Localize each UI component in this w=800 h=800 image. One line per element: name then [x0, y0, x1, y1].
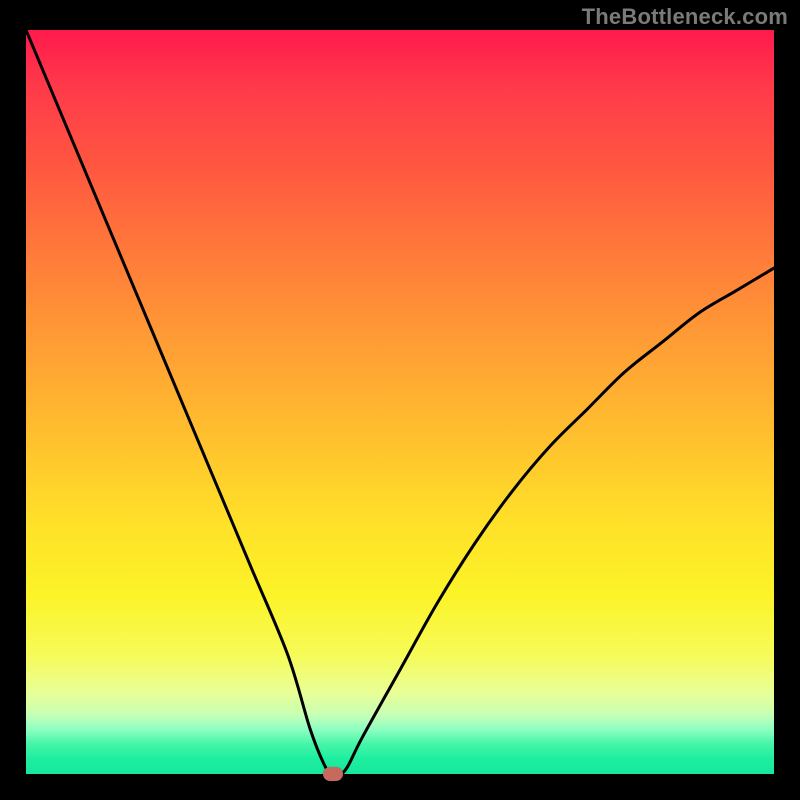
minimum-marker	[323, 767, 343, 781]
bottleneck-curve-path	[26, 30, 774, 774]
chart-container: TheBottleneck.com	[0, 0, 800, 800]
curve-svg	[26, 30, 774, 774]
watermark-text: TheBottleneck.com	[582, 4, 788, 30]
plot-area	[26, 30, 774, 774]
